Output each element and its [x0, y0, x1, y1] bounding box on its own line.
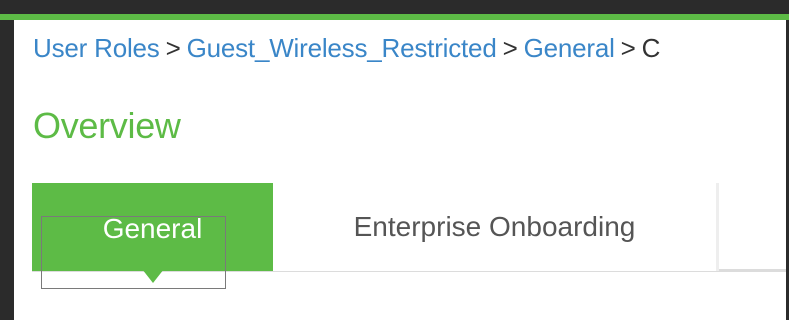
tab-divider	[716, 183, 719, 271]
header-accent-bar	[0, 14, 789, 20]
breadcrumb-separator: >	[620, 33, 636, 63]
page-title: Overview	[33, 105, 181, 146]
window-left-border	[0, 20, 14, 320]
breadcrumb-user-roles[interactable]: User Roles	[33, 33, 160, 63]
tab-enterprise-onboarding-label: Enterprise Onboarding	[353, 211, 636, 242]
breadcrumb-separator: >	[165, 33, 181, 63]
breadcrumb-separator: >	[502, 33, 518, 63]
active-tab-pointer-icon	[142, 269, 164, 283]
breadcrumb-general[interactable]: General	[524, 33, 615, 63]
breadcrumb-current-truncated: C	[641, 33, 661, 63]
tab-bar: General Enterprise Onboarding	[32, 183, 786, 283]
app-frame: User Roles > Guest_Wireless_Restricted > Gen…	[0, 0, 789, 320]
breadcrumb: User Roles > Guest_Wireless_Restricted > Gen…	[33, 33, 660, 64]
window-top-border	[0, 0, 789, 14]
breadcrumb-role-name[interactable]: Guest_Wireless_Restricted	[187, 33, 497, 63]
tab-general[interactable]: General	[32, 183, 273, 271]
tab-enterprise-onboarding[interactable]: Enterprise Onboarding	[273, 183, 716, 271]
tab-general-label: General	[102, 212, 203, 244]
